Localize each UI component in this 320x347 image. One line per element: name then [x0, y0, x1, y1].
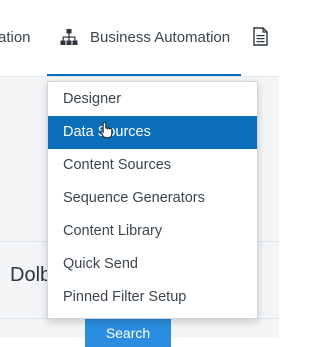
- menu-item-pinned-filter-setup[interactable]: Pinned Filter Setup: [48, 281, 257, 314]
- menu-item-label: Designer: [63, 91, 122, 107]
- document-icon[interactable]: [253, 27, 268, 46]
- menu-item-sequence-generators[interactable]: Sequence Generators: [48, 182, 257, 215]
- search-button[interactable]: Search: [85, 319, 171, 347]
- menu-item-designer[interactable]: Designer: [48, 83, 257, 116]
- menu-item-content-sources[interactable]: Content Sources: [48, 149, 257, 182]
- nav-tab-partial[interactable]: ation: [0, 29, 31, 46]
- menu-item-label: Content Library: [63, 223, 163, 239]
- hand-pointer-cursor-icon: [100, 121, 113, 139]
- menu-item-label: Sequence Generators: [63, 190, 205, 206]
- business-automation-dropdown-menu: Designer Data Sources Content Sources Se…: [47, 81, 258, 319]
- menu-item-content-library[interactable]: Content Library: [48, 215, 257, 248]
- menu-item-label: Quick Send: [63, 256, 138, 272]
- menu-item-label: Content Sources: [63, 157, 172, 173]
- partial-heading: Dolb: [10, 264, 52, 286]
- menu-item-data-sources[interactable]: Data Sources: [48, 116, 257, 149]
- top-navigation-bar: ation Business Automation: [0, 0, 279, 77]
- menu-item-quick-send[interactable]: Quick Send: [48, 248, 257, 281]
- active-tab-indicator: [47, 74, 241, 76]
- menu-item-label: Pinned Filter Setup: [63, 289, 187, 305]
- sitemap-icon: [60, 29, 78, 45]
- nav-tab-business-automation[interactable]: Business Automation: [90, 29, 230, 46]
